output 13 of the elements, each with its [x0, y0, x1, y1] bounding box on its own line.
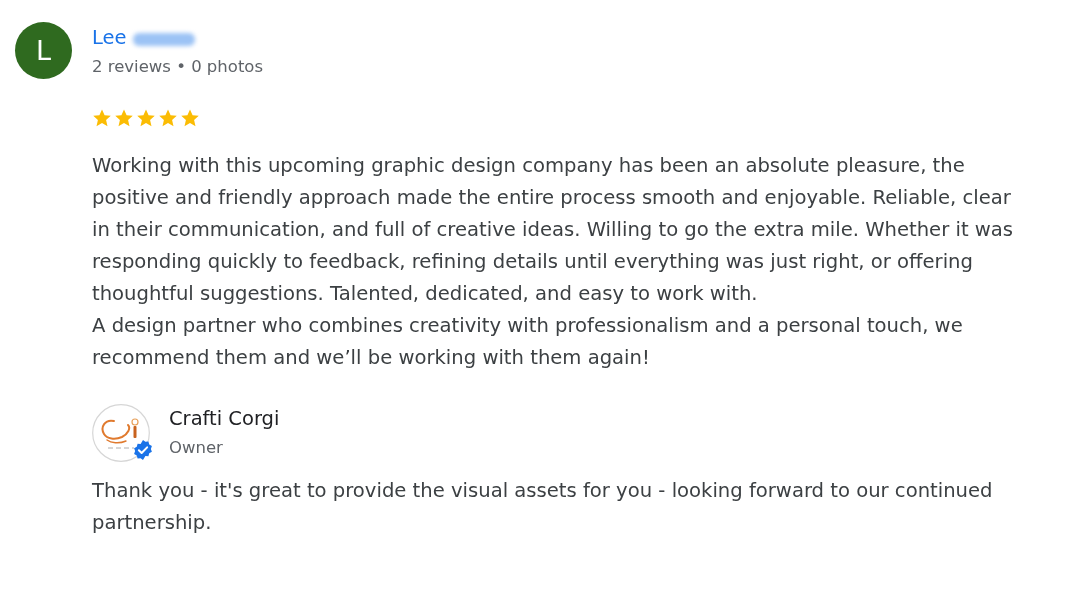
reviewer-name[interactable]: Lee [92, 26, 127, 50]
business-logo[interactable] [92, 404, 150, 462]
owner-name[interactable]: Crafti Corgi [169, 407, 280, 431]
owner-role: Owner [169, 437, 224, 459]
star-icon [136, 108, 156, 128]
star-icon [158, 108, 178, 128]
star-icon [114, 108, 134, 128]
star-icon [180, 108, 200, 128]
star-icon [92, 108, 112, 128]
review-text: Working with this upcoming graphic design company has been an absolute pleasure, the positive and friendly approach made the entire process smooth and enjoyable. Reliable, clear in their communication, and full of creative ideas. Willing to go the extra mile. Whether it was responding quickly to feedback, refining details until everything was just right, or offering thoughtful suggestions. Talented, dedicated, and easy to work with. A design partner who combines creativity with professionalism and a personal touch, we recommend them and we’ll be working with them again! [92, 153, 1015, 371]
avatar[interactable]: L [15, 22, 72, 79]
owner-reply-text: Thank you - it's great to provide the visual assets for you - looking forward to our continued partnership. [92, 478, 994, 536]
reviewer-stats: 2 reviews • 0 photos [92, 56, 264, 78]
